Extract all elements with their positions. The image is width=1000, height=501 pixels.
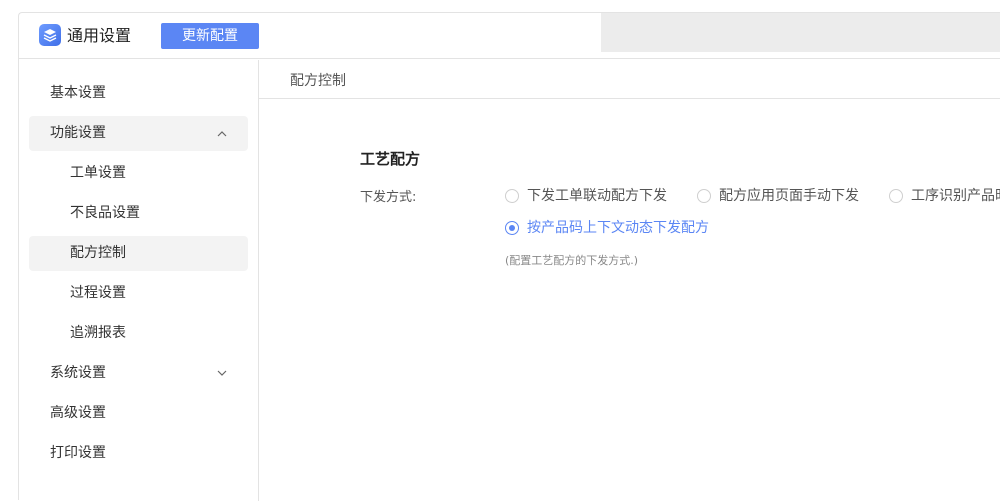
main-content: 配方控制 工艺配方 下发方式: 下发工单联动配方下发 配方应用页面手动下发 工序… bbox=[259, 60, 1000, 501]
sidebar-item-label: 系统设置 bbox=[50, 365, 106, 381]
sidebar-item-label: 打印设置 bbox=[50, 445, 106, 461]
sidebar-item-label: 功能设置 bbox=[50, 125, 106, 141]
radio-circle[interactable] bbox=[505, 221, 519, 235]
update-config-button[interactable]: 更新配置 bbox=[161, 23, 259, 49]
field-label-dispatch-mode: 下发方式: bbox=[360, 190, 417, 205]
chevron-up-icon bbox=[216, 116, 228, 151]
sidebar-item-recipe-control[interactable]: 配方控制 bbox=[29, 236, 248, 271]
sidebar-item-label: 过程设置 bbox=[70, 285, 126, 301]
radio-circle[interactable] bbox=[697, 189, 711, 203]
radio-label: 按产品码上下文动态下发配方 bbox=[527, 220, 709, 236]
sidebar-item-label: 基本设置 bbox=[50, 85, 106, 101]
sidebar-item-work-order-settings[interactable]: 工单设置 bbox=[29, 156, 248, 191]
sidebar-item-label: 配方控制 bbox=[70, 245, 126, 261]
sidebar-item-advanced-settings[interactable]: 高级设置 bbox=[29, 396, 248, 431]
field-hint: (配置工艺配方的下发方式.) bbox=[505, 254, 639, 267]
app-title: 通用设置 bbox=[67, 26, 132, 45]
breadcrumb-current: 配方控制 bbox=[290, 73, 346, 89]
section-title: 工艺配方 bbox=[360, 150, 421, 168]
header-toolbar-area bbox=[601, 13, 1000, 52]
sidebar-item-system-settings[interactable]: 系统设置 bbox=[29, 356, 248, 391]
breadcrumb: 配方控制 bbox=[259, 60, 1000, 99]
settings-window: 通用设置 更新配置 基本设置 功能设置 工单设置 不良品设置 配方控制 过程设置… bbox=[18, 12, 1000, 501]
sidebar-item-process-settings[interactable]: 过程设置 bbox=[29, 276, 248, 311]
sidebar-item-print-settings[interactable]: 打印设置 bbox=[29, 436, 248, 471]
sidebar-item-label: 追溯报表 bbox=[70, 325, 126, 341]
radio-label: 工序识别产品时 bbox=[911, 188, 1000, 204]
sidebar-item-label: 不良品设置 bbox=[70, 205, 140, 221]
sidebar-item-trace-report[interactable]: 追溯报表 bbox=[29, 316, 248, 351]
radio-circle[interactable] bbox=[889, 189, 903, 203]
sidebar-item-label: 工单设置 bbox=[70, 165, 126, 181]
layers-icon bbox=[39, 24, 61, 46]
radio-circle[interactable] bbox=[505, 189, 519, 203]
sidebar-item-basic-settings[interactable]: 基本设置 bbox=[29, 76, 248, 111]
sidebar-item-label: 高级设置 bbox=[50, 405, 106, 421]
sidebar-item-defect-settings[interactable]: 不良品设置 bbox=[29, 196, 248, 231]
radio-label: 配方应用页面手动下发 bbox=[719, 188, 859, 204]
sidebar: 基本设置 功能设置 工单设置 不良品设置 配方控制 过程设置 追溯报表 系统设置 bbox=[19, 60, 259, 501]
chevron-down-icon bbox=[216, 356, 228, 391]
radio-label: 下发工单联动配方下发 bbox=[527, 188, 667, 204]
app-header: 通用设置 更新配置 bbox=[19, 13, 1000, 59]
sidebar-item-feature-settings[interactable]: 功能设置 bbox=[29, 116, 248, 151]
